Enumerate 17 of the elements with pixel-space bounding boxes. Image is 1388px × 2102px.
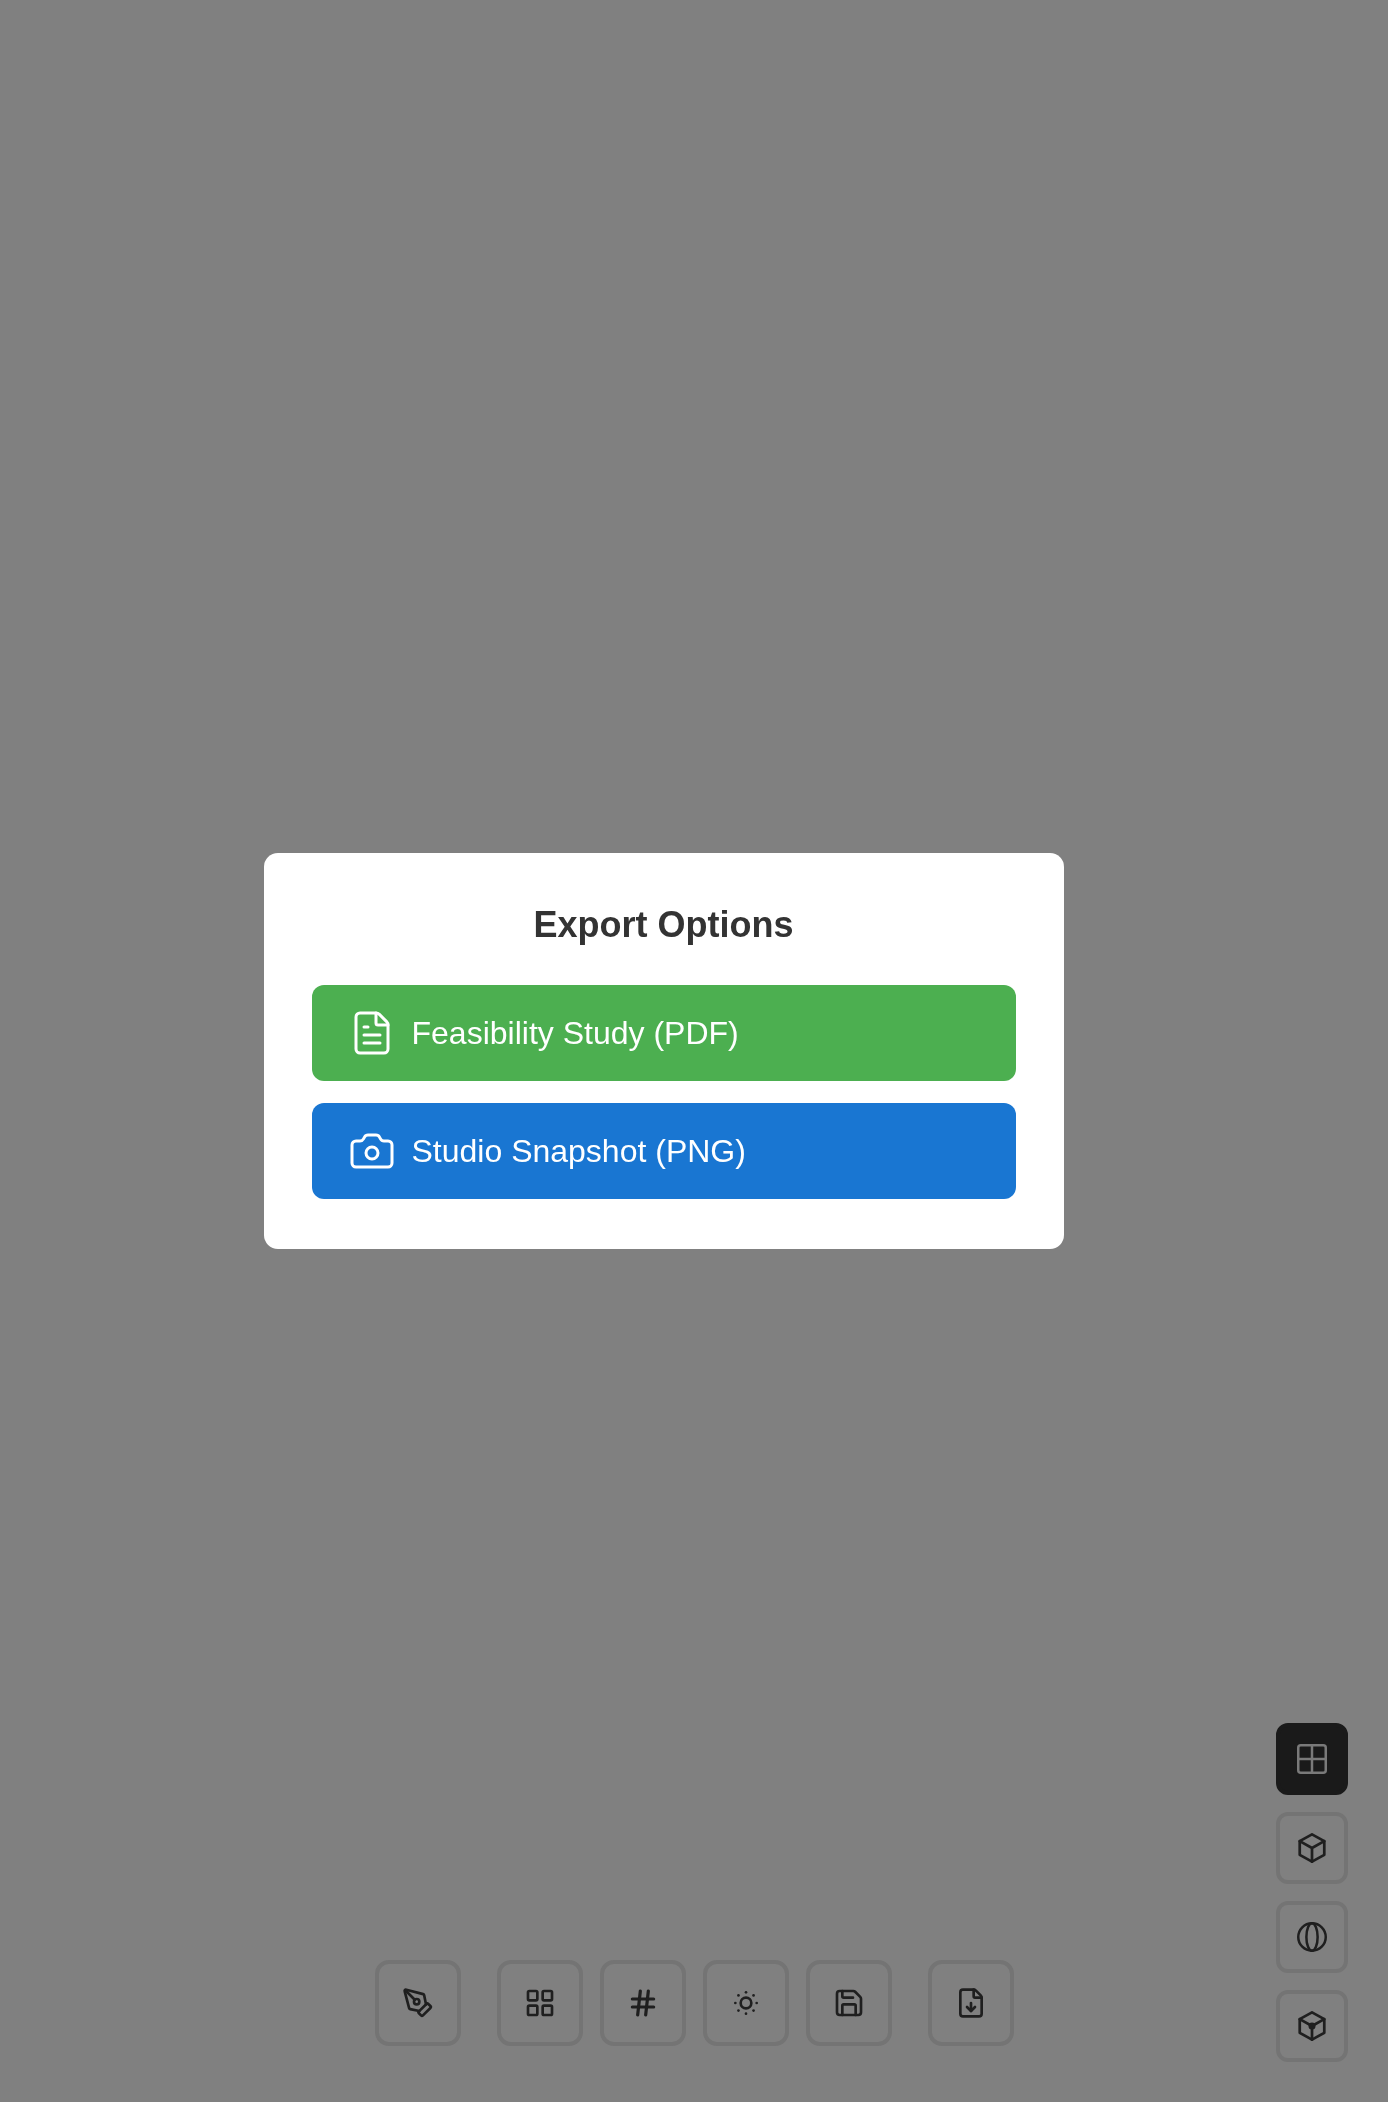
sphere-icon	[1297, 1922, 1327, 1952]
pen-icon	[401, 1987, 434, 2019]
hash-button[interactable]	[599, 1960, 686, 2046]
pen-tool-button[interactable]	[374, 1960, 461, 2046]
cube-icon	[1298, 2011, 1326, 2041]
dialog-title: Export Options	[532, 903, 795, 947]
view-button[interactable]	[1276, 1990, 1348, 2062]
view-button[interactable]	[1276, 1812, 1348, 1884]
file-download-button[interactable]	[927, 1960, 1014, 2046]
view-button[interactable]	[1276, 1723, 1348, 1795]
cube-icon	[1298, 1833, 1326, 1863]
save-button[interactable]	[805, 1960, 892, 2046]
grid-icon	[1297, 1744, 1327, 1774]
export-option-button[interactable]: Feasibility Study (PDF)	[311, 985, 1016, 1081]
grid-button[interactable]	[496, 1960, 583, 2046]
view-button[interactable]	[1276, 1901, 1348, 1973]
export-option-button[interactable]: Studio Snapshot (PNG)	[311, 1103, 1016, 1199]
